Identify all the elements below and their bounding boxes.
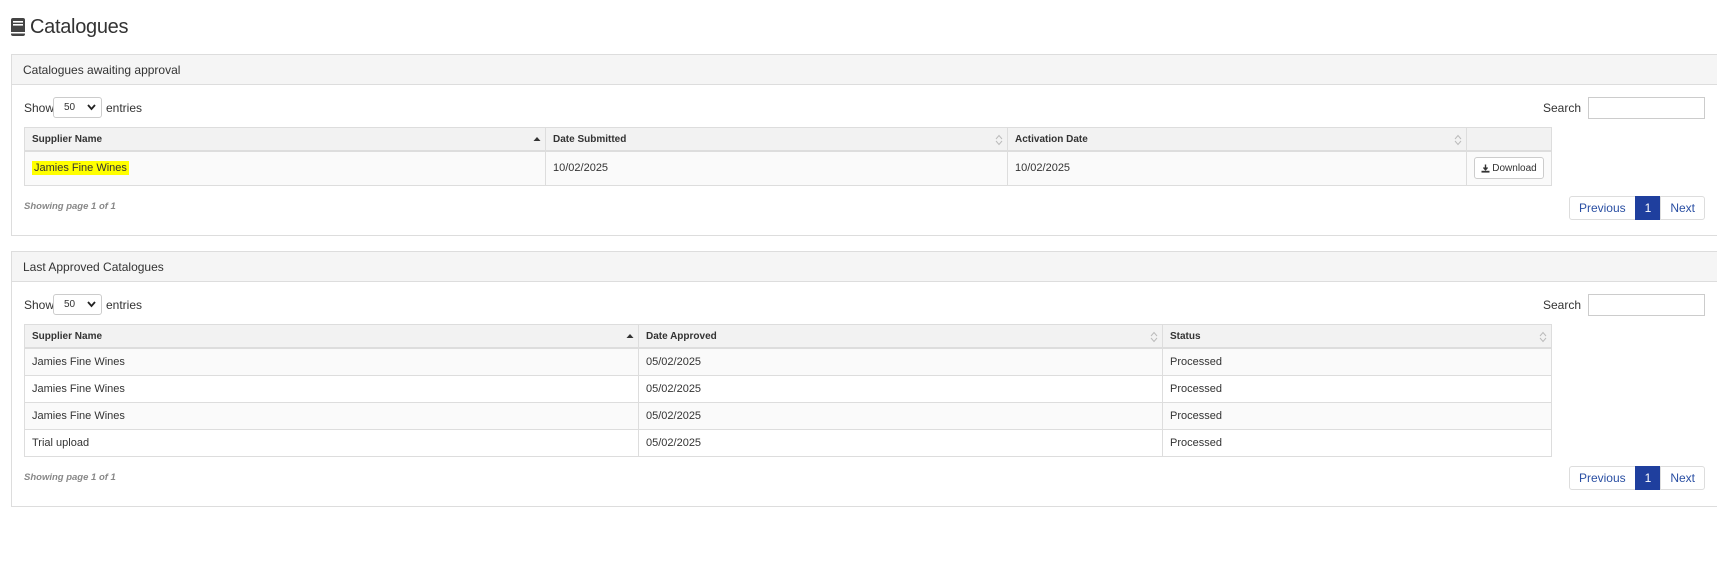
last-approved-heading: Last Approved Catalogues [12,252,1717,282]
date-approved-cell: 05/02/2025 [638,374,1163,403]
search-input[interactable] [1588,97,1705,119]
previous-page-button[interactable]: Previous [1568,466,1636,490]
entries-select-value: 50 [64,299,76,310]
sort-both-icon [1539,331,1547,343]
approved-controls: Show 50 entries Search [24,294,1705,318]
page-1-button[interactable]: 1 [1634,466,1662,490]
show-label: Show [24,101,55,115]
approved-pagination: Previous 1 Next [1568,466,1705,490]
table-row: Jamies Fine Wines 05/02/2025 Processed [24,347,1552,376]
supplier-name-cell: Jamies Fine Wines [24,347,639,376]
entries-label: entries [106,101,143,115]
table-row: Jamies Fine Wines 05/02/2025 Processed [24,401,1552,430]
show-label: Show [24,298,55,312]
table-row: Trial upload 05/02/2025 Processed [24,428,1552,457]
sort-both-icon [995,134,1003,146]
status-cell: Processed [1162,428,1552,457]
entries-label: entries [106,298,143,312]
search-label: Search [1542,298,1581,312]
activation-date-cell: 10/02/2025 [1007,150,1467,186]
awaiting-page-info: Showing page 1 of 1 [24,201,116,212]
awaiting-pagination: Previous 1 Next [1568,196,1705,220]
column-header-action [1466,127,1552,152]
supplier-name-cell[interactable]: Jamies Fine Wines [24,150,546,186]
page-1-button[interactable]: 1 [1634,196,1662,220]
download-icon [1481,164,1490,173]
action-cell: Download [1466,150,1552,186]
sort-asc-icon [533,137,541,141]
download-label: Download [1492,162,1537,174]
table-row: Jamies Fine Wines 05/02/2025 Processed [24,374,1552,403]
status-cell: Processed [1162,374,1552,403]
sort-both-icon [1454,134,1462,146]
awaiting-approval-panel: Catalogues awaiting approval Show 50 ent… [11,54,1717,236]
search-input[interactable] [1588,294,1705,316]
last-approved-panel: Last Approved Catalogues Show 50 entries… [11,251,1717,507]
column-header-supplier-name[interactable]: Supplier Name [24,127,546,152]
sort-both-icon [1150,331,1158,343]
status-cell: Processed [1162,401,1552,430]
awaiting-table: Supplier Name Date Submitted Activation … [24,127,1552,186]
search-label: Search [1542,101,1581,115]
next-page-button[interactable]: Next [1660,196,1705,220]
column-header-supplier-name[interactable]: Supplier Name [24,324,639,349]
date-approved-cell: 05/02/2025 [638,347,1163,376]
awaiting-approval-heading: Catalogues awaiting approval [12,55,1717,85]
book-icon [10,17,26,37]
awaiting-controls: Show 50 entries Search [24,97,1705,121]
date-submitted-cell: 10/02/2025 [545,150,1008,186]
page-header: Catalogues [10,12,128,42]
column-header-date-submitted[interactable]: Date Submitted [545,127,1008,152]
approved-page-info: Showing page 1 of 1 [24,472,116,483]
table-row: Jamies Fine Wines 10/02/2025 10/02/2025 … [24,150,1552,186]
supplier-name-cell: Jamies Fine Wines [24,401,639,430]
supplier-name-cell: Jamies Fine Wines [24,374,639,403]
chevron-down-icon [87,104,96,111]
supplier-name-highlighted[interactable]: Jamies Fine Wines [32,161,129,176]
download-button[interactable]: Download [1474,157,1544,180]
entries-select[interactable]: 50 [53,294,102,315]
column-header-date-approved[interactable]: Date Approved [638,324,1163,349]
entries-select-value: 50 [64,102,76,113]
date-approved-cell: 05/02/2025 [638,428,1163,457]
entries-select[interactable]: 50 [53,97,102,118]
status-cell: Processed [1162,347,1552,376]
column-header-activation-date[interactable]: Activation Date [1007,127,1467,152]
previous-page-button[interactable]: Previous [1568,196,1636,220]
page-title: Catalogues [30,15,129,38]
column-header-status[interactable]: Status [1162,324,1552,349]
next-page-button[interactable]: Next [1660,466,1705,490]
supplier-name-cell: Trial upload [24,428,639,457]
sort-asc-icon [626,334,634,338]
approved-table: Supplier Name Date Approved Status Jamie… [24,324,1552,457]
date-approved-cell: 05/02/2025 [638,401,1163,430]
chevron-down-icon [87,301,96,308]
